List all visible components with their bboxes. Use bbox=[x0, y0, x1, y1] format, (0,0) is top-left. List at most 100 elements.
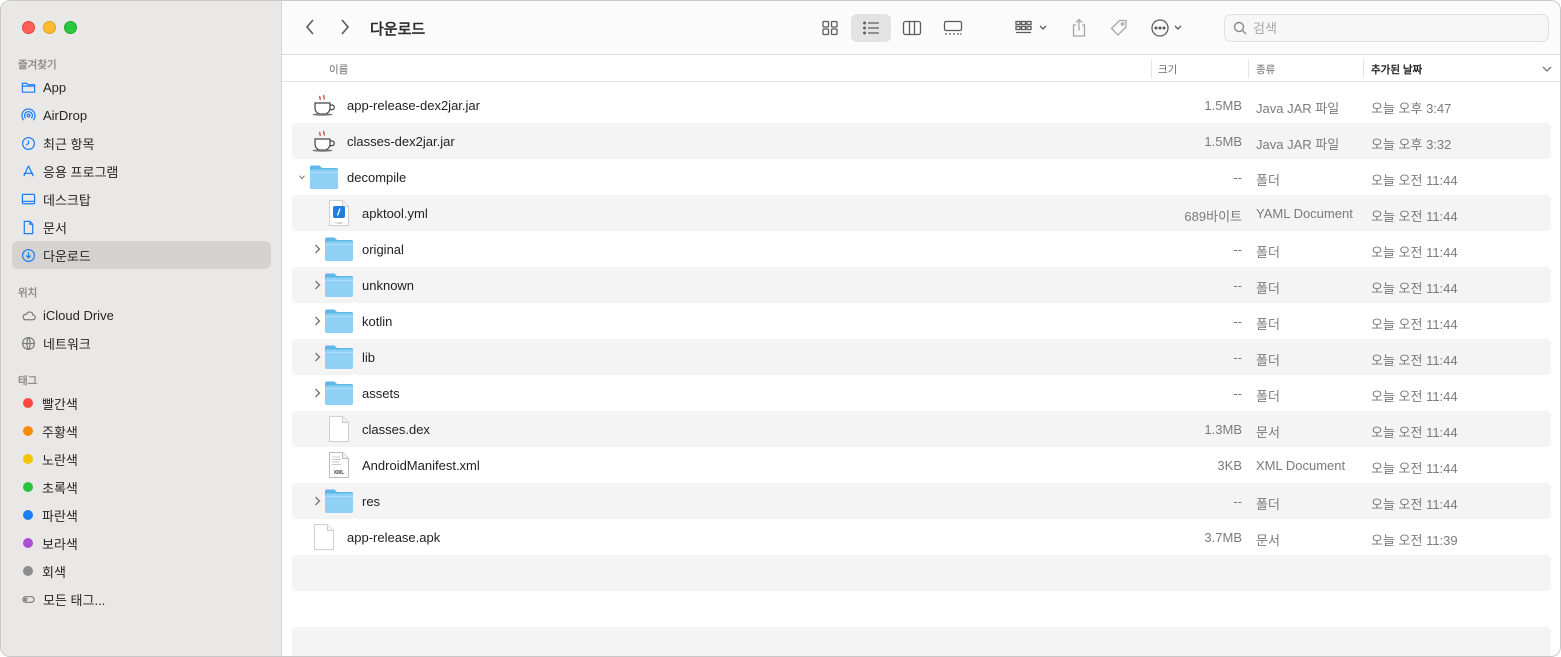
sidebar-item-label: App bbox=[43, 79, 67, 95]
sidebar-tag-orange[interactable]: 주황색 bbox=[12, 417, 271, 445]
file-row[interactable]: classes-dex2jar.jar 1.5MB Java JAR 파일 오늘 오후… bbox=[292, 123, 1551, 159]
disclosure-chevron-right-icon[interactable] bbox=[312, 387, 322, 399]
file-name: classes.dex bbox=[362, 422, 430, 437]
column-kind-header[interactable]: 종류 bbox=[1256, 62, 1275, 77]
file-row[interactable]: kotlin -- 폴더 오늘 오전 11:44 bbox=[292, 303, 1551, 339]
file-row[interactable]: unknown -- 폴더 오늘 오전 11:44 bbox=[292, 267, 1551, 303]
column-separator[interactable] bbox=[1363, 59, 1364, 78]
list-view-button[interactable] bbox=[851, 14, 891, 42]
sidebar-item-label: 모든 태그... bbox=[43, 592, 106, 608]
locations-section-title: 위치 bbox=[18, 287, 38, 299]
file-name: classes-dex2jar.jar bbox=[347, 134, 455, 149]
column-date-added-header[interactable]: 추가된 날짜 bbox=[1371, 62, 1422, 77]
sidebar-tag-green[interactable]: 초록색 bbox=[12, 473, 271, 501]
sidebar-all-tags[interactable]: 모든 태그... bbox=[12, 585, 271, 613]
sidebar-item-documents[interactable]: 문서 bbox=[12, 213, 271, 241]
disclosure-chevron-right-icon[interactable] bbox=[312, 351, 322, 363]
sidebar-tag-purple[interactable]: 보라색 bbox=[12, 529, 271, 557]
applications-icon bbox=[21, 164, 36, 179]
sidebar-tag-red[interactable]: 빨간색 bbox=[12, 389, 271, 417]
sidebar-item-label: 보라색 bbox=[42, 536, 78, 552]
sidebar-item-label: 빨간색 bbox=[42, 396, 78, 412]
close-window-button[interactable] bbox=[22, 21, 35, 34]
disclosure-chevron-down-icon[interactable] bbox=[297, 171, 307, 183]
sidebar-item-applications[interactable]: 응용 프로그램 bbox=[12, 157, 271, 185]
sidebar-item-icloud-drive[interactable]: iCloud Drive bbox=[12, 301, 271, 329]
file-row[interactable]: app-release.apk 3.7MB 문서 오늘 오전 11:39 bbox=[292, 519, 1551, 555]
sort-chevron-down-icon[interactable] bbox=[1542, 65, 1552, 73]
sidebar: 즐겨찾기 App AirDrop 최근 항목 응용 프로그램 데스크탑 문서 다… bbox=[1, 1, 282, 656]
file-name: lib bbox=[362, 350, 376, 365]
file-row[interactable]: XML AndroidManifest.xml 3KB XML Document 오늘 … bbox=[292, 447, 1551, 483]
disclosure-chevron-right-icon[interactable] bbox=[312, 315, 322, 327]
sidebar-item-label: 데스크탑 bbox=[43, 192, 91, 208]
file-row[interactable]: YAML apktool.yml 689바이트 YAML Document 오늘 오전 … bbox=[292, 195, 1551, 231]
folder-icon bbox=[324, 342, 354, 372]
folder-icon bbox=[324, 306, 354, 336]
column-name-header[interactable]: 이름 bbox=[329, 62, 348, 77]
sidebar-item-downloads[interactable]: 다운로드 bbox=[12, 241, 271, 269]
disclosure-chevron-right-icon[interactable] bbox=[312, 243, 322, 255]
file-size: 3KB bbox=[1217, 458, 1242, 473]
file-kind: 폴더 bbox=[1256, 353, 1280, 368]
file-row[interactable]: assets -- 폴더 오늘 오전 11:44 bbox=[292, 375, 1551, 411]
sidebar-tag-yellow[interactable]: 노란색 bbox=[12, 445, 271, 473]
disclosure-chevron-right-icon[interactable] bbox=[312, 279, 322, 291]
sidebar-item-label: 노란색 bbox=[42, 452, 78, 468]
file-date-added: 오늘 오전 11:44 bbox=[1371, 425, 1458, 440]
file-kind: 폴더 bbox=[1256, 389, 1280, 404]
cloud-icon bbox=[21, 308, 36, 323]
file-kind: 문서 bbox=[1256, 533, 1280, 548]
file-row[interactable]: res -- 폴더 오늘 오전 11:44 bbox=[292, 483, 1551, 519]
column-separator[interactable] bbox=[1151, 59, 1152, 78]
more-actions-button[interactable] bbox=[1148, 14, 1188, 42]
file-row[interactable]: lib -- 폴더 오늘 오전 11:44 bbox=[292, 339, 1551, 375]
tag-button[interactable] bbox=[1107, 14, 1131, 42]
sidebar-item-desktop[interactable]: 데스크탑 bbox=[12, 185, 271, 213]
file-name: original bbox=[362, 242, 404, 257]
window-controls bbox=[22, 21, 77, 34]
download-icon bbox=[21, 248, 36, 263]
search-input[interactable] bbox=[1253, 20, 1533, 36]
zoom-window-button[interactable] bbox=[64, 21, 77, 34]
search-field[interactable] bbox=[1224, 14, 1549, 42]
file-name: res bbox=[362, 494, 381, 509]
icon-view-button[interactable] bbox=[811, 14, 849, 42]
file-date-added: 오늘 오후 3:32 bbox=[1371, 137, 1452, 152]
share-button[interactable] bbox=[1067, 14, 1091, 42]
file-kind: 폴더 bbox=[1256, 245, 1280, 260]
sidebar-tag-blue[interactable]: 파란색 bbox=[12, 501, 271, 529]
file-row[interactable]: original -- 폴더 오늘 오전 11:44 bbox=[292, 231, 1551, 267]
blank-file-icon bbox=[309, 522, 339, 552]
back-button[interactable] bbox=[299, 16, 321, 38]
tags-section-title: 태그 bbox=[18, 375, 38, 387]
search-icon bbox=[1233, 21, 1247, 35]
sidebar-item-recents[interactable]: 최근 항목 bbox=[12, 129, 271, 157]
file-kind: 문서 bbox=[1256, 425, 1280, 440]
group-by-button[interactable] bbox=[1009, 14, 1053, 42]
file-name: decompile bbox=[347, 170, 407, 185]
sidebar-item-airdrop[interactable]: AirDrop bbox=[12, 101, 271, 129]
file-row[interactable]: decompile -- 폴더 오늘 오전 11:44 bbox=[292, 159, 1551, 195]
file-size: 3.7MB bbox=[1204, 530, 1242, 545]
file-size: -- bbox=[1233, 494, 1242, 509]
column-size-header[interactable]: 크기 bbox=[1158, 62, 1177, 77]
minimize-window-button[interactable] bbox=[43, 21, 56, 34]
sidebar-item-app[interactable]: App bbox=[12, 73, 271, 101]
file-row[interactable]: app-release-dex2jar.jar 1.5MB Java JAR 파일 오… bbox=[292, 87, 1551, 123]
xml-file-icon: XML bbox=[324, 450, 354, 480]
gallery-view-button[interactable] bbox=[933, 14, 973, 42]
airdrop-icon bbox=[21, 108, 36, 123]
empty-row bbox=[292, 627, 1551, 656]
blue-tag-dot bbox=[23, 510, 33, 520]
file-size: 689바이트 bbox=[1184, 209, 1242, 224]
sidebar-tag-gray[interactable]: 회색 bbox=[12, 557, 271, 585]
sidebar-item-network[interactable]: 네트워크 bbox=[12, 329, 271, 357]
column-separator[interactable] bbox=[1248, 59, 1249, 78]
column-view-button[interactable] bbox=[893, 14, 931, 42]
file-name: unknown bbox=[362, 278, 415, 293]
disclosure-chevron-right-icon[interactable] bbox=[312, 495, 322, 507]
tag-icon bbox=[1110, 19, 1127, 36]
forward-button[interactable] bbox=[334, 16, 356, 38]
file-row[interactable]: classes.dex 1.3MB 문서 오늘 오전 11:44 bbox=[292, 411, 1551, 447]
